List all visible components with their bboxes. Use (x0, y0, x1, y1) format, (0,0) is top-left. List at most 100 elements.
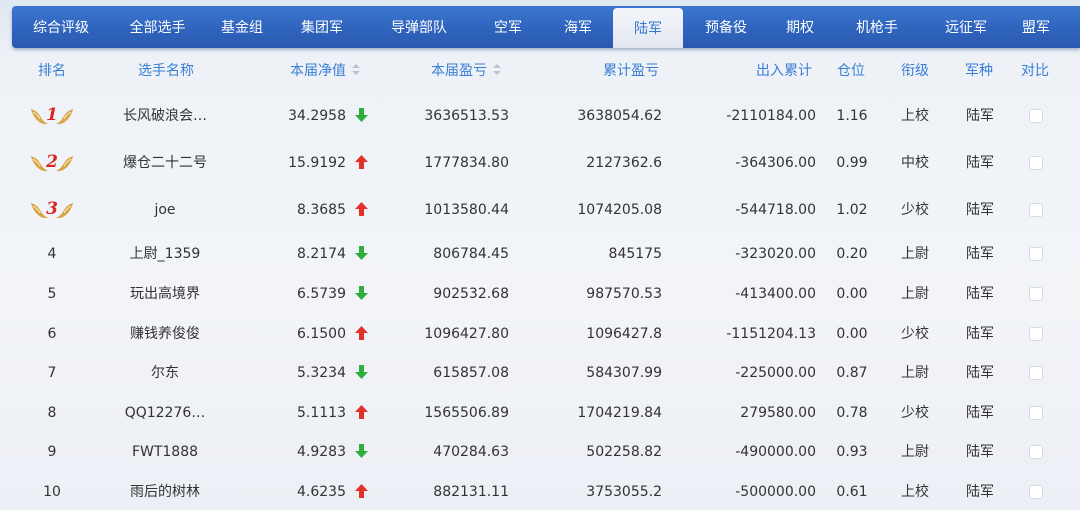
trend-indicator (355, 143, 369, 183)
table-row[interactable]: 6 赚钱养俊俊 6.1500 1096427.80 1096427.8 -115… (0, 314, 1080, 354)
player-name-link[interactable]: FWT1888 (100, 432, 230, 472)
nav-tab[interactable]: 空军 (473, 6, 543, 48)
compare-cell (1026, 190, 1046, 230)
in-out-total: -500000.00 (735, 484, 816, 500)
total-profit: 1074205.08 (577, 202, 662, 218)
rank-number: 7 (47, 365, 57, 381)
table-row[interactable]: 1 长风破浪会… 34.2958 3636513.53 3638054.62 -… (0, 96, 1080, 136)
nav-value: 34.2958 (288, 108, 346, 124)
period-profit: 1096427.80 (424, 326, 509, 342)
svg-text:3: 3 (46, 199, 58, 219)
army-branch: 陆军 (966, 326, 994, 342)
army-branch: 陆军 (966, 444, 994, 460)
header-nav-sortable[interactable]: 本届净值 (290, 56, 360, 86)
nav-tab[interactable]: 导弹部队 (365, 6, 473, 48)
header-profit-sortable[interactable]: 本届盈亏 (431, 56, 501, 86)
compare-checkbox[interactable] (1029, 485, 1043, 499)
in-out-total: -225000.00 (735, 365, 816, 381)
nav-value: 8.2174 (297, 246, 346, 262)
compare-checkbox[interactable] (1029, 203, 1043, 217)
nav-tab[interactable]: 基金组 (205, 6, 279, 48)
compare-checkbox[interactable] (1029, 406, 1043, 420)
period-profit: 3636513.53 (424, 108, 509, 124)
nav-tab[interactable]: 机枪手 (831, 6, 923, 48)
player-name-link[interactable]: 玩出高境界 (100, 274, 230, 314)
nav-tab[interactable]: 盟军 (1009, 6, 1063, 48)
player-name-link[interactable]: 上尉_1359 (100, 234, 230, 274)
position-ratio: 1.02 (836, 202, 868, 218)
compare-checkbox[interactable] (1029, 287, 1043, 301)
table-row[interactable]: 3 joe 8.3685 1013580.44 1074205.08 -5447… (0, 190, 1080, 230)
down-arrow-icon (355, 246, 368, 260)
compare-cell (1026, 472, 1046, 510)
table-row[interactable]: 8 QQ12276… 5.1113 1565506.89 1704219.84 … (0, 393, 1080, 433)
compare-checkbox[interactable] (1029, 366, 1043, 380)
position-ratio: 0.00 (836, 286, 868, 302)
category-nav: 综合评级 全部选手 基金组 集团军 导弹部队 空军 海军 陆军 预备役 期权 机枪手 远征军 盟军 (12, 6, 1080, 48)
nav-tab[interactable]: 海军 (543, 6, 613, 48)
nav-tab[interactable]: 集团军 (279, 6, 365, 48)
trend-indicator (355, 234, 369, 274)
table-row[interactable]: 9 FWT1888 4.9283 470284.63 502258.82 -49… (0, 432, 1080, 472)
header-profit: 本届盈亏 (431, 63, 487, 79)
nav-value: 5.3234 (297, 365, 346, 381)
player-name-link[interactable]: 雨后的树林 (100, 472, 230, 510)
compare-cell (1026, 96, 1046, 136)
nav-tab[interactable]: 期权 (769, 6, 831, 48)
position-ratio: 0.93 (836, 444, 868, 460)
nav-tab[interactable]: 预备役 (683, 6, 769, 48)
period-profit: 615857.08 (433, 365, 509, 381)
player-name-link[interactable]: 赚钱养俊俊 (100, 314, 230, 354)
military-title: 上尉 (901, 365, 929, 381)
army-branch: 陆军 (966, 202, 994, 218)
army-branch: 陆军 (966, 246, 994, 262)
player-name-link[interactable]: joe (100, 190, 230, 230)
compare-checkbox[interactable] (1029, 109, 1043, 123)
compare-checkbox[interactable] (1029, 156, 1043, 170)
compare-checkbox[interactable] (1029, 247, 1043, 261)
table-row[interactable]: 2 爆仓二十二号 15.9192 1777834.80 2127362.6 -3… (0, 143, 1080, 183)
player-name-link[interactable]: 爆仓二十二号 (100, 143, 230, 183)
total-profit: 3753055.2 (586, 484, 662, 500)
table-header: 排名 选手名称 本届净值 本届盈亏 累计盈亏 出入累计 仓位 衔级 军种 对比 (0, 56, 1080, 86)
army-branch: 陆军 (966, 108, 994, 124)
period-profit: 470284.63 (433, 444, 509, 460)
compare-cell (1026, 314, 1046, 354)
nav-value: 15.9192 (288, 155, 346, 171)
nav-tab[interactable]: 陆军 (613, 8, 683, 48)
rank-number: 9 (47, 444, 57, 460)
position-ratio: 0.00 (836, 326, 868, 342)
nav-tab[interactable]: 综合评级 (12, 6, 110, 48)
player-name-link[interactable]: QQ12276… (100, 393, 230, 433)
sort-icon[interactable] (493, 64, 501, 76)
total-profit: 3638054.62 (577, 108, 662, 124)
compare-checkbox[interactable] (1029, 327, 1043, 341)
period-profit: 806784.45 (433, 246, 509, 262)
rank-number: 4 (47, 246, 57, 262)
up-arrow-icon (355, 484, 368, 498)
position-ratio: 0.20 (836, 246, 868, 262)
nav-value: 6.5739 (297, 286, 346, 302)
sort-icon[interactable] (352, 64, 360, 76)
compare-cell (1026, 274, 1046, 314)
trend-indicator (355, 190, 369, 230)
in-out-total: -413400.00 (735, 286, 816, 302)
trend-indicator (355, 432, 369, 472)
table-row[interactable]: 7 尔东 5.3234 615857.08 584307.99 -225000.… (0, 353, 1080, 393)
player-name-link[interactable]: 长风破浪会… (100, 96, 230, 136)
down-arrow-icon (355, 444, 368, 458)
player-name-link[interactable]: 尔东 (100, 353, 230, 393)
nav-value: 5.1113 (297, 405, 346, 421)
nav-tab[interactable]: 全部选手 (110, 6, 205, 48)
compare-checkbox[interactable] (1029, 445, 1043, 459)
in-out-total: -364306.00 (735, 155, 816, 171)
nav-tab[interactable]: 远征军 (923, 6, 1009, 48)
table-row[interactable]: 5 玩出高境界 6.5739 902532.68 987570.53 -4134… (0, 274, 1080, 314)
total-profit: 987570.53 (586, 286, 662, 302)
period-profit: 1013580.44 (424, 202, 509, 218)
in-out-total: -2110184.00 (726, 108, 816, 124)
table-row[interactable]: 4 上尉_1359 8.2174 806784.45 845175 -32302… (0, 234, 1080, 274)
military-title: 上尉 (901, 444, 929, 460)
table-row[interactable]: 10 雨后的树林 4.6235 882131.11 3753055.2 -500… (0, 472, 1080, 510)
total-profit: 845175 (608, 246, 662, 262)
